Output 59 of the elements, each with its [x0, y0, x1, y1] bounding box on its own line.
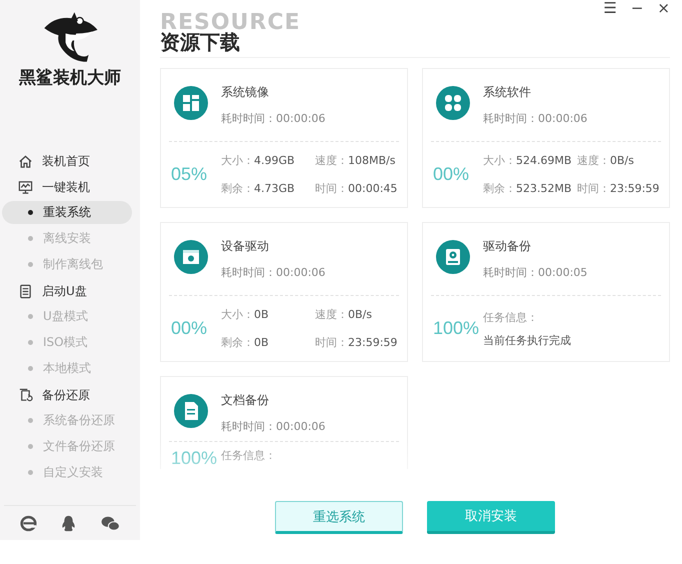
- card-title: 系统软件: [483, 84, 532, 101]
- clover-icon: [436, 86, 470, 120]
- elapsed-time: 耗时时间：00:00:06: [221, 419, 326, 434]
- nav-item[interactable]: 重装系统: [2, 201, 132, 224]
- nav-item[interactable]: 自定义安装: [2, 461, 132, 484]
- card-title: 系统镜像: [221, 84, 270, 101]
- task-info-text: 当前任务执行完成: [483, 332, 571, 348]
- stat-text: 时间：00:00:45: [315, 181, 398, 196]
- windows-icon: [174, 86, 208, 120]
- elapsed-time: 耗时时间：00:00:06: [221, 111, 326, 126]
- progress-percent: 00%: [432, 164, 470, 185]
- stat-text: 大小：0B: [221, 307, 270, 322]
- chat-bubbles-icon[interactable]: [101, 514, 120, 532]
- task-info-label: 任务信息：: [221, 448, 276, 463]
- elapsed-time: 耗时时间：00:00:06: [483, 111, 588, 126]
- card-title: 设备驱动: [221, 238, 270, 255]
- nav-item[interactable]: 本地模式: [2, 357, 132, 380]
- stat-text: 剩余：523.52MB: [483, 181, 573, 196]
- stat-text: 大小：4.99GB: [221, 153, 296, 168]
- nav-item[interactable]: 离线安装: [2, 227, 132, 250]
- menu-button[interactable]: ☰: [603, 0, 617, 17]
- stat-text: 时间：23:59:59: [315, 335, 398, 350]
- nav-item[interactable]: 制作离线包: [2, 253, 132, 276]
- stat-text: 速度：0B/s: [315, 307, 373, 322]
- nav-item[interactable]: 系统备份还原: [2, 409, 132, 432]
- nav-item[interactable]: U盘模式: [2, 305, 132, 328]
- stat-text: 时间：23:59:59: [577, 181, 660, 196]
- stat-text: 剩余：0B: [221, 335, 270, 350]
- monitor-icon: [18, 180, 33, 194]
- close-button[interactable]: ×: [657, 0, 670, 17]
- penguin-icon[interactable]: [60, 514, 78, 532]
- stat-text: 速度：108MB/s: [315, 153, 396, 168]
- stat-text: 大小：524.69MB: [483, 153, 573, 168]
- progress-percent: 05%: [170, 164, 208, 185]
- cancel-button[interactable]: 取消安装: [427, 501, 555, 534]
- reselect-button[interactable]: 重选系统: [275, 501, 403, 534]
- nav-section[interactable]: 启动U盘: [0, 278, 140, 304]
- browser-icon[interactable]: [20, 514, 37, 532]
- document-icon: [174, 394, 208, 428]
- minimize-button[interactable]: −: [630, 0, 644, 17]
- nav-item[interactable]: ISO模式: [2, 331, 132, 354]
- elapsed-time: 耗时时间：00:00:05: [483, 265, 588, 280]
- nav-section[interactable]: 一键装机: [0, 174, 140, 200]
- nav-section[interactable]: 备份还原: [0, 382, 140, 408]
- progress-percent: 00%: [170, 318, 208, 339]
- app-name: 黑鲨装机大师: [19, 67, 121, 89]
- backup-icon: [18, 388, 33, 402]
- task-info-label: 任务信息：: [483, 310, 539, 324]
- progress-percent: 100%: [432, 318, 480, 339]
- progress-percent: 100%: [170, 448, 218, 469]
- disk-drive-icon: [436, 240, 470, 274]
- nav-section[interactable]: 装机首页: [0, 148, 140, 174]
- elapsed-time: 耗时时间：00:00:06: [221, 265, 326, 280]
- stat-text: 剩余：4.73GB: [221, 181, 296, 196]
- home-icon: [18, 154, 33, 168]
- stat-text: 速度：0B/s: [577, 153, 635, 168]
- card-title: 文档备份: [221, 392, 270, 409]
- nav-item[interactable]: 文件备份还原: [2, 435, 132, 458]
- card-title: 驱动备份: [483, 238, 532, 255]
